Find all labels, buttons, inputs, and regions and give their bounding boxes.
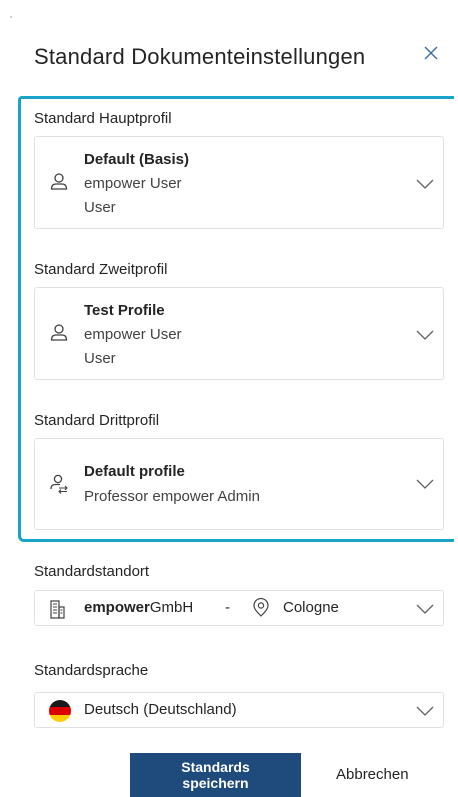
save-button-line2: speichern [182, 775, 249, 791]
chevron-down-icon [416, 604, 434, 614]
location-dropdown[interactable]: empowerGmbH - Cologne [34, 590, 444, 626]
profile-role: User [84, 199, 116, 216]
tertiary-profile-dropdown[interactable]: Default profile Professor empower Admin [34, 438, 444, 530]
chevron-down-icon [416, 179, 434, 189]
person-icon [50, 173, 68, 190]
person-icon [50, 324, 68, 341]
save-button-line1: Standards [181, 759, 250, 775]
company-name-bold: empower [84, 599, 150, 616]
location-label: Standardstandort [34, 563, 150, 580]
primary-profile-dropdown[interactable]: Default (Basis) empower User User [34, 136, 444, 229]
profile-role: User [84, 350, 116, 367]
language-label: Standardsprache [34, 662, 149, 679]
primary-profile-label: Standard Hauptprofil [34, 110, 172, 127]
city-name: Cologne [283, 599, 339, 616]
company-name-rest: GmbH [149, 599, 194, 616]
close-icon[interactable] [420, 42, 442, 64]
profile-name: Test Profile [84, 302, 165, 319]
location-pin-icon [253, 598, 269, 617]
dialog-title: Standard Dokumenteinstellungen [34, 44, 366, 69]
profile-user: empower User [84, 175, 182, 192]
location-separator: - [225, 599, 230, 616]
chevron-down-icon [416, 330, 434, 340]
profile-user: empower User [84, 326, 182, 343]
person-swap-icon [50, 474, 68, 494]
save-defaults-button[interactable]: Standards speichern [130, 753, 301, 797]
germany-flag-icon [49, 700, 71, 722]
tertiary-profile-label: Standard Drittprofil [34, 412, 160, 429]
secondary-profile-dropdown[interactable]: Test Profile empower User User [34, 287, 444, 380]
secondary-profile-label: Standard Zweitprofil [34, 261, 168, 278]
language-value: Deutsch (Deutschland) [84, 701, 237, 718]
profile-user: Professor empower Admin [84, 488, 260, 505]
language-dropdown[interactable]: Deutsch (Deutschland) [34, 692, 444, 728]
decorative-dot [10, 16, 12, 18]
chevron-down-icon [416, 706, 434, 716]
chevron-down-icon [416, 479, 434, 489]
cancel-button[interactable]: Abbrechen [336, 766, 409, 783]
profile-name: Default profile [84, 463, 185, 480]
building-icon [50, 600, 65, 619]
profile-name: Default (Basis) [84, 151, 190, 168]
